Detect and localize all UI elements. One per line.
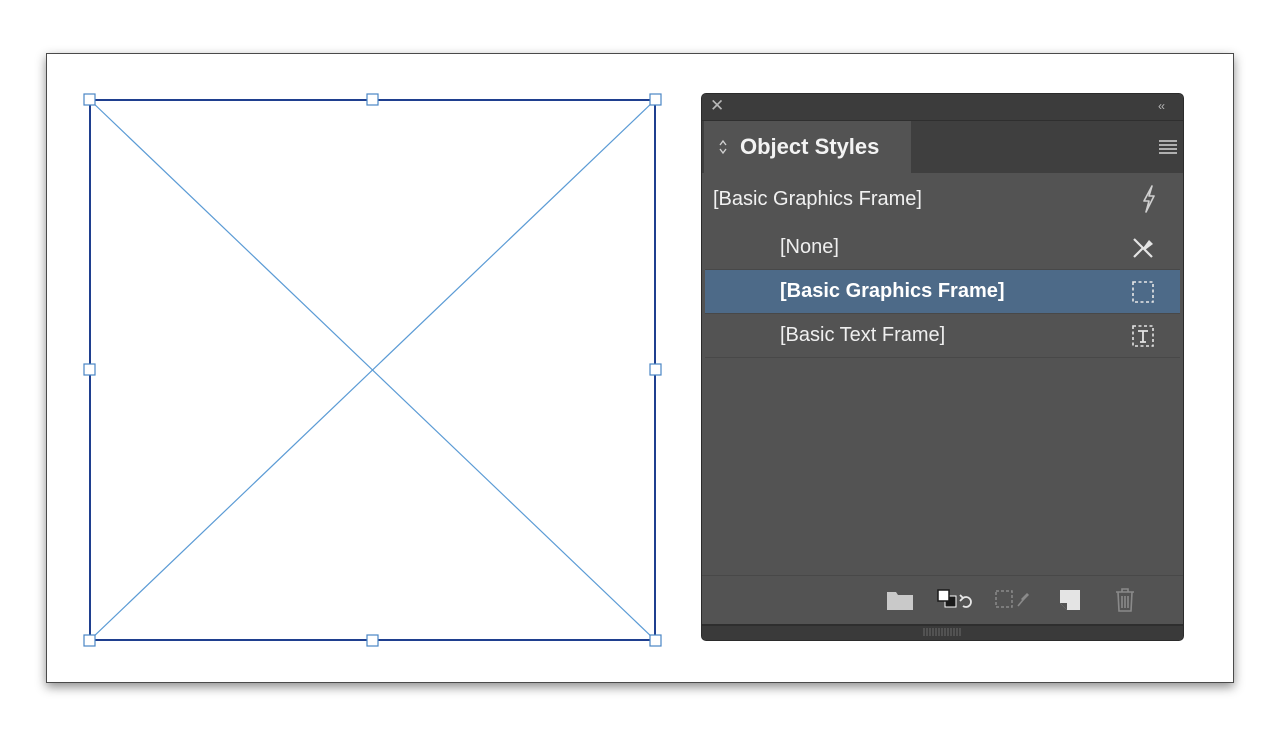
default-style-row: [Basic Graphics Frame] [702, 173, 1183, 225]
style-label: [Basic Graphics Frame] [780, 280, 1005, 302]
handle-bottom-right[interactable] [649, 634, 662, 647]
panel-menu-icon[interactable] [1157, 138, 1179, 156]
handle-top-center[interactable] [366, 93, 379, 106]
panel-tab-row: Object Styles [702, 121, 1183, 173]
style-row-basic-graphics-frame[interactable]: [Basic Graphics Frame] [705, 270, 1180, 314]
collapse-panel-icon[interactable]: ‹‹ [1158, 99, 1174, 113]
handle-top-right[interactable] [649, 93, 662, 106]
handle-middle-left[interactable] [83, 363, 96, 376]
close-icon[interactable]: ✕ [710, 97, 726, 114]
panel-titlebar[interactable]: ✕ ‹‹ [702, 94, 1183, 121]
tab-label: Object Styles [740, 134, 880, 159]
handle-bottom-center[interactable] [366, 634, 379, 647]
delete-icon[interactable] [1110, 586, 1140, 614]
object-styles-panel: ✕ ‹‹ Object Styles [Basic Graphics Frame… [701, 93, 1184, 641]
handle-bottom-left[interactable] [83, 634, 96, 647]
tab-reorder-arrows-icon [719, 139, 727, 155]
handle-middle-right[interactable] [649, 363, 662, 376]
style-row-basic-text-frame[interactable]: [Basic Text Frame] [705, 314, 1180, 358]
lightning-bolt-icon[interactable] [1139, 184, 1159, 214]
graphics-frame-icon [1132, 281, 1154, 303]
clear-non-defined-attributes-icon[interactable] [992, 586, 1034, 614]
no-style-icon [1133, 238, 1153, 258]
style-row-none[interactable]: [None] [705, 226, 1180, 270]
default-style-label: [Basic Graphics Frame] [713, 188, 922, 210]
style-label: [None] [780, 236, 839, 258]
text-frame-icon [1132, 325, 1154, 347]
panel-resize-bar[interactable] [702, 624, 1183, 640]
tab-object-styles[interactable]: Object Styles [704, 121, 911, 173]
clear-overrides-icon[interactable] [935, 586, 977, 614]
resize-grip-icon[interactable] [922, 628, 962, 636]
panel-bottom-toolbar [702, 575, 1183, 626]
new-group-folder-icon[interactable] [885, 586, 915, 614]
style-list: [None] [Basic Graphics Frame] [Basic Tex… [705, 226, 1180, 576]
style-label: [Basic Text Frame] [780, 324, 946, 346]
new-style-icon[interactable] [1055, 586, 1085, 614]
handle-top-left[interactable] [83, 93, 96, 106]
